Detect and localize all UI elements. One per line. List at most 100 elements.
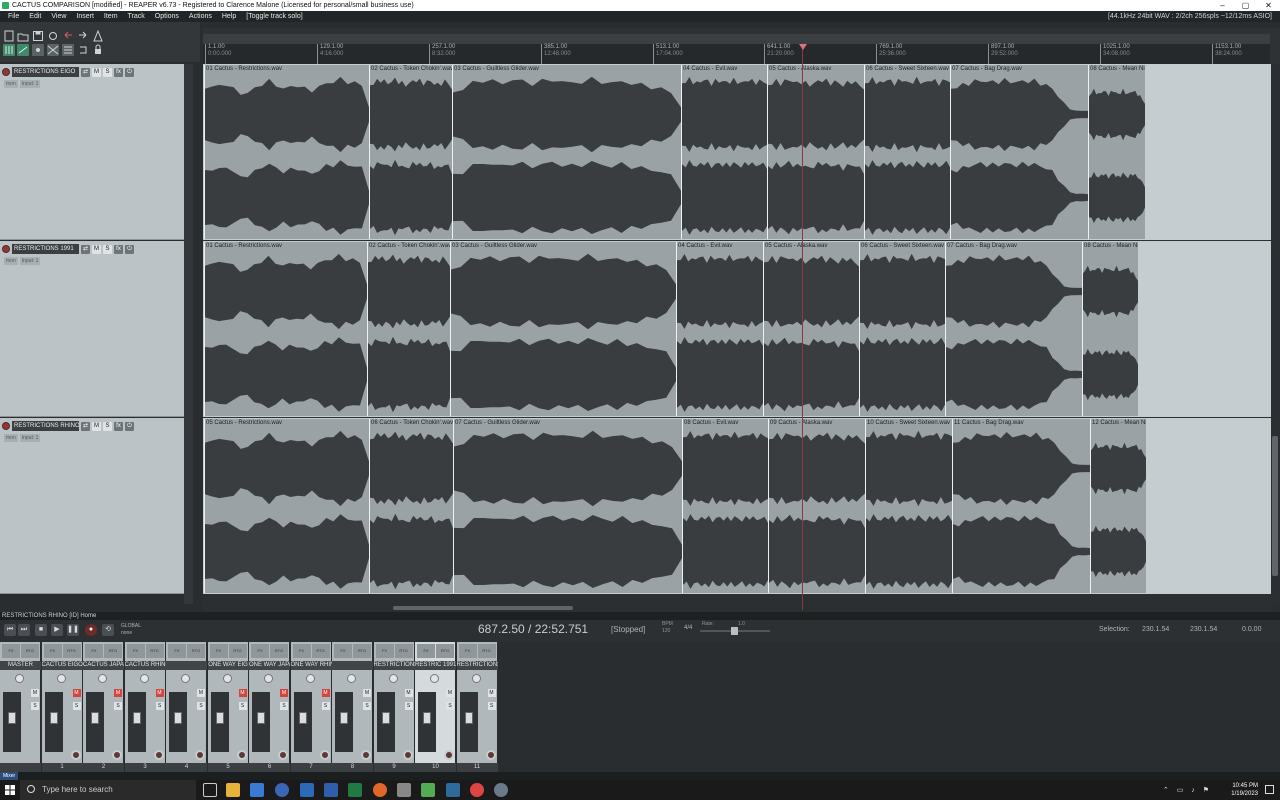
track-name[interactable]: RESTRICTIONS RHINO <box>12 421 79 431</box>
routing-button[interactable]: RTG <box>270 644 288 658</box>
mute-button[interactable]: M <box>197 689 205 697</box>
close-button[interactable]: ✕ <box>1257 0 1280 11</box>
input-select[interactable]: Input: 1 <box>19 80 41 88</box>
monitor-button[interactable]: mon <box>4 257 18 265</box>
master-channel-strip[interactable]: FX RTG MASTER M S <box>0 642 41 772</box>
media-item[interactable]: 03 Cactus - Guiltless Glider.wav <box>452 65 681 239</box>
record-arm-button[interactable] <box>485 750 496 760</box>
strip-name[interactable]: MASTER <box>0 661 41 670</box>
menu-item[interactable]: Item <box>99 11 123 22</box>
track-name[interactable]: RESTRICTIONS EIGO <box>12 67 79 77</box>
record-arm-button[interactable] <box>2 422 10 430</box>
io-button[interactable]: ⇄ <box>81 421 90 431</box>
solo-button[interactable]: S <box>155 702 164 710</box>
mixer-channel-strip[interactable]: FX RTG ONE WAY RHIN M S 7 <box>290 642 332 772</box>
chrome-icon[interactable] <box>470 783 484 797</box>
record-arm-button[interactable] <box>70 750 81 760</box>
solo-button[interactable]: S <box>103 67 112 77</box>
mixer-channel-strip[interactable]: FX RTG RESTRICTIONS M S 11 <box>456 642 498 772</box>
metronome-icon[interactable] <box>92 29 104 42</box>
media-item[interactable]: 07 Cactus - Bag Drag.wav <box>950 65 1088 239</box>
volume-fader[interactable] <box>174 712 182 724</box>
routing-button[interactable]: RTG <box>353 644 371 658</box>
media-item[interactable]: 09 Cactus - Alaska.wav <box>768 419 865 593</box>
fx-button[interactable]: FX <box>2 644 20 658</box>
mute-button[interactable]: M <box>446 689 454 697</box>
scroll-thumb[interactable] <box>1272 436 1278 576</box>
project-settings-icon[interactable] <box>47 30 59 42</box>
mail-icon[interactable] <box>250 783 264 797</box>
excel-icon[interactable] <box>348 783 362 797</box>
arrange-vertical-scrollbar[interactable] <box>1271 64 1280 604</box>
pan-knob[interactable] <box>98 674 107 683</box>
media-item[interactable]: 07 Cactus - Bag Drag.wav <box>945 242 1082 416</box>
menu-edit[interactable]: Edit <box>24 11 46 22</box>
menu-insert[interactable]: Insert <box>71 11 99 22</box>
media-item[interactable]: 06 Cactus - Sweet Sixteen.wav <box>864 65 950 239</box>
media-item[interactable]: 08 Cactus - Evil.wav <box>682 419 768 593</box>
mute-button[interactable]: M <box>92 67 101 77</box>
media-item[interactable]: 08 Cactus - Mean Nig... <box>1082 242 1138 416</box>
io-button[interactable]: ⇄ <box>81 244 90 254</box>
pan-knob[interactable] <box>430 674 439 683</box>
volume-fader[interactable] <box>423 712 431 724</box>
solo-button[interactable]: S <box>487 702 496 710</box>
mute-button[interactable]: M <box>72 689 81 697</box>
record-arm-button[interactable] <box>361 750 371 760</box>
mixer-channel-strip[interactable]: FX RTG ONE WAY JAPA M S 6 <box>249 642 290 772</box>
record-arm-button[interactable] <box>2 245 10 253</box>
routing-button[interactable]: RTG <box>228 644 247 658</box>
track-lane[interactable]: 05 Cactus - Restrictions.wav 06 Cactus - … <box>203 418 1271 594</box>
strip-name[interactable]: CACTUS EIGO <box>41 661 83 670</box>
media-item[interactable]: 04 Cactus - Evil.wav <box>676 242 763 416</box>
media-item[interactable]: 11 Cactus - Bag Drag.wav <box>952 419 1090 593</box>
track-name[interactable]: RESTRICTIONS 1991 <box>12 244 79 254</box>
volume-fader[interactable] <box>132 712 141 724</box>
routing-button[interactable]: RTG <box>436 644 454 658</box>
media-item[interactable]: 06 Cactus - Sweet Sixteen.wav <box>859 242 945 416</box>
solo-button[interactable]: S <box>363 702 371 710</box>
solo-button[interactable]: S <box>238 702 247 710</box>
strip-name[interactable]: ONE WAY RHIN <box>290 661 332 670</box>
global-automation-label[interactable]: GLOBAL <box>121 623 141 629</box>
routing-button[interactable]: RTG <box>477 644 496 658</box>
media-item[interactable]: 05 Cactus - Restrictions.wav <box>204 419 369 593</box>
track-lane[interactable]: 01 Cactus - Restrictions.wav 02 Cactus - … <box>203 241 1271 417</box>
windows-start-icon[interactable] <box>0 780 20 800</box>
pan-knob[interactable] <box>15 674 24 683</box>
pan-knob[interactable] <box>305 674 315 683</box>
volume-fader[interactable] <box>8 712 16 724</box>
outlook-icon[interactable] <box>300 783 314 797</box>
monitor-button[interactable]: mon <box>4 434 18 442</box>
arrange-view[interactable]: 01 Cactus - Restrictions.wav 02 Cactus - … <box>203 64 1271 604</box>
edit-cursor[interactable] <box>802 44 803 610</box>
go-to-end-button[interactable]: ⏭ <box>18 624 30 636</box>
fx-button[interactable]: FX <box>168 644 186 658</box>
media-item[interactable]: 05 Cactus - Alaska.wav <box>763 242 859 416</box>
fx-button[interactable]: FX <box>209 644 228 658</box>
new-project-icon[interactable] <box>3 30 15 42</box>
minimize-button[interactable]: – <box>1211 0 1234 11</box>
input-select[interactable]: Input: 1 <box>19 434 41 442</box>
fx-button[interactable]: FX <box>334 644 352 658</box>
scroll-thumb[interactable] <box>393 606 573 610</box>
mixer-channel-strip[interactable]: FX RTG M S 4 <box>166 642 207 772</box>
media-item[interactable]: 01 Cactus - Restrictions.wav <box>204 65 369 239</box>
volume-fader[interactable] <box>215 712 224 724</box>
media-item[interactable]: 10 Cactus - Sweet Sixteen.wav <box>865 419 952 593</box>
word-icon[interactable] <box>324 783 338 797</box>
routing-button[interactable]: RTG <box>311 644 330 658</box>
loop-icon[interactable] <box>77 44 89 56</box>
media-item[interactable]: 05 Cactus - Alaska.wav <box>767 65 864 239</box>
play-button[interactable]: ▶ <box>51 624 63 636</box>
tcp-scrollbar[interactable] <box>184 64 193 604</box>
fx-button[interactable]: FX <box>417 644 435 658</box>
redo-icon[interactable] <box>77 30 89 42</box>
media-item[interactable]: 02 Cactus - Token Chokin'.wav <box>369 65 452 239</box>
ripple-edit-icon[interactable] <box>17 44 29 56</box>
volume-fader[interactable] <box>257 712 265 724</box>
mixer-channel-strip[interactable]: FX RTG M S 8 <box>332 642 373 772</box>
mute-button[interactable]: M <box>487 689 496 697</box>
solo-button[interactable]: S <box>103 244 112 254</box>
mixer-channel-strip[interactable]: FX RTG RESTRICTIONS M S 9 <box>373 642 415 772</box>
